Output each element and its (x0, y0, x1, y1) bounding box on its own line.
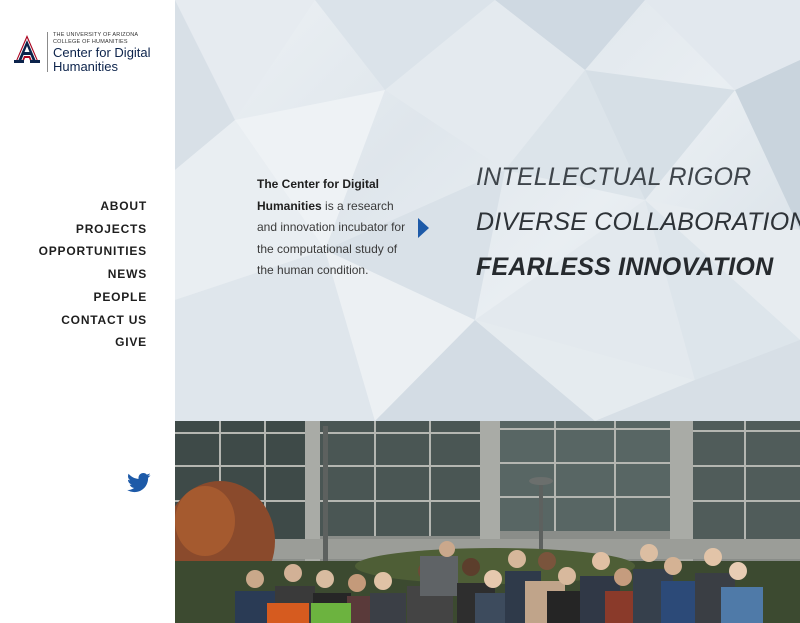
tagline-diverse-collaboration: DIVERSE COLLABORATION (476, 208, 800, 236)
nav-item-opportunities[interactable]: OPPORTUNITIES (39, 240, 147, 263)
nav-item-contact-us[interactable]: CONTACT US (39, 309, 147, 332)
intro-text: The Center for Digital Humanities is a r… (257, 174, 417, 282)
tagline-fearless-innovation: FEARLESS INNOVATION (476, 253, 774, 281)
group-photo-image (175, 421, 800, 623)
university-logo[interactable]: THE UNIVERSITY OF ARIZONA COLLEGE OF HUM… (12, 32, 162, 76)
nav-item-give[interactable]: GIVE (39, 331, 147, 354)
logo-name-line2: Humanities (53, 59, 119, 74)
nav-item-projects[interactable]: PROJECTS (39, 218, 147, 241)
nav-item-news[interactable]: NEWS (39, 263, 147, 286)
logo-divider (47, 32, 48, 72)
hero-banner: The Center for Digital Humanities is a r… (175, 0, 800, 421)
nav-item-people[interactable]: PEOPLE (39, 286, 147, 309)
group-photo (175, 421, 800, 623)
chevron-right-icon[interactable] (417, 218, 429, 238)
block-a-logo-icon (14, 35, 40, 63)
main-nav: ABOUT PROJECTS OPPORTUNITIES NEWS PEOPLE… (39, 195, 147, 354)
sidebar: THE UNIVERSITY OF ARIZONA COLLEGE OF HUM… (0, 0, 175, 623)
logo-text: THE UNIVERSITY OF ARIZONA COLLEGE OF HUM… (53, 32, 173, 73)
logo-name-line1: Center for Digital (53, 45, 151, 60)
tagline-intellectual-rigor: INTELLECTUAL RIGOR (476, 163, 752, 191)
nav-item-about[interactable]: ABOUT (39, 195, 147, 218)
twitter-icon[interactable] (127, 472, 151, 494)
